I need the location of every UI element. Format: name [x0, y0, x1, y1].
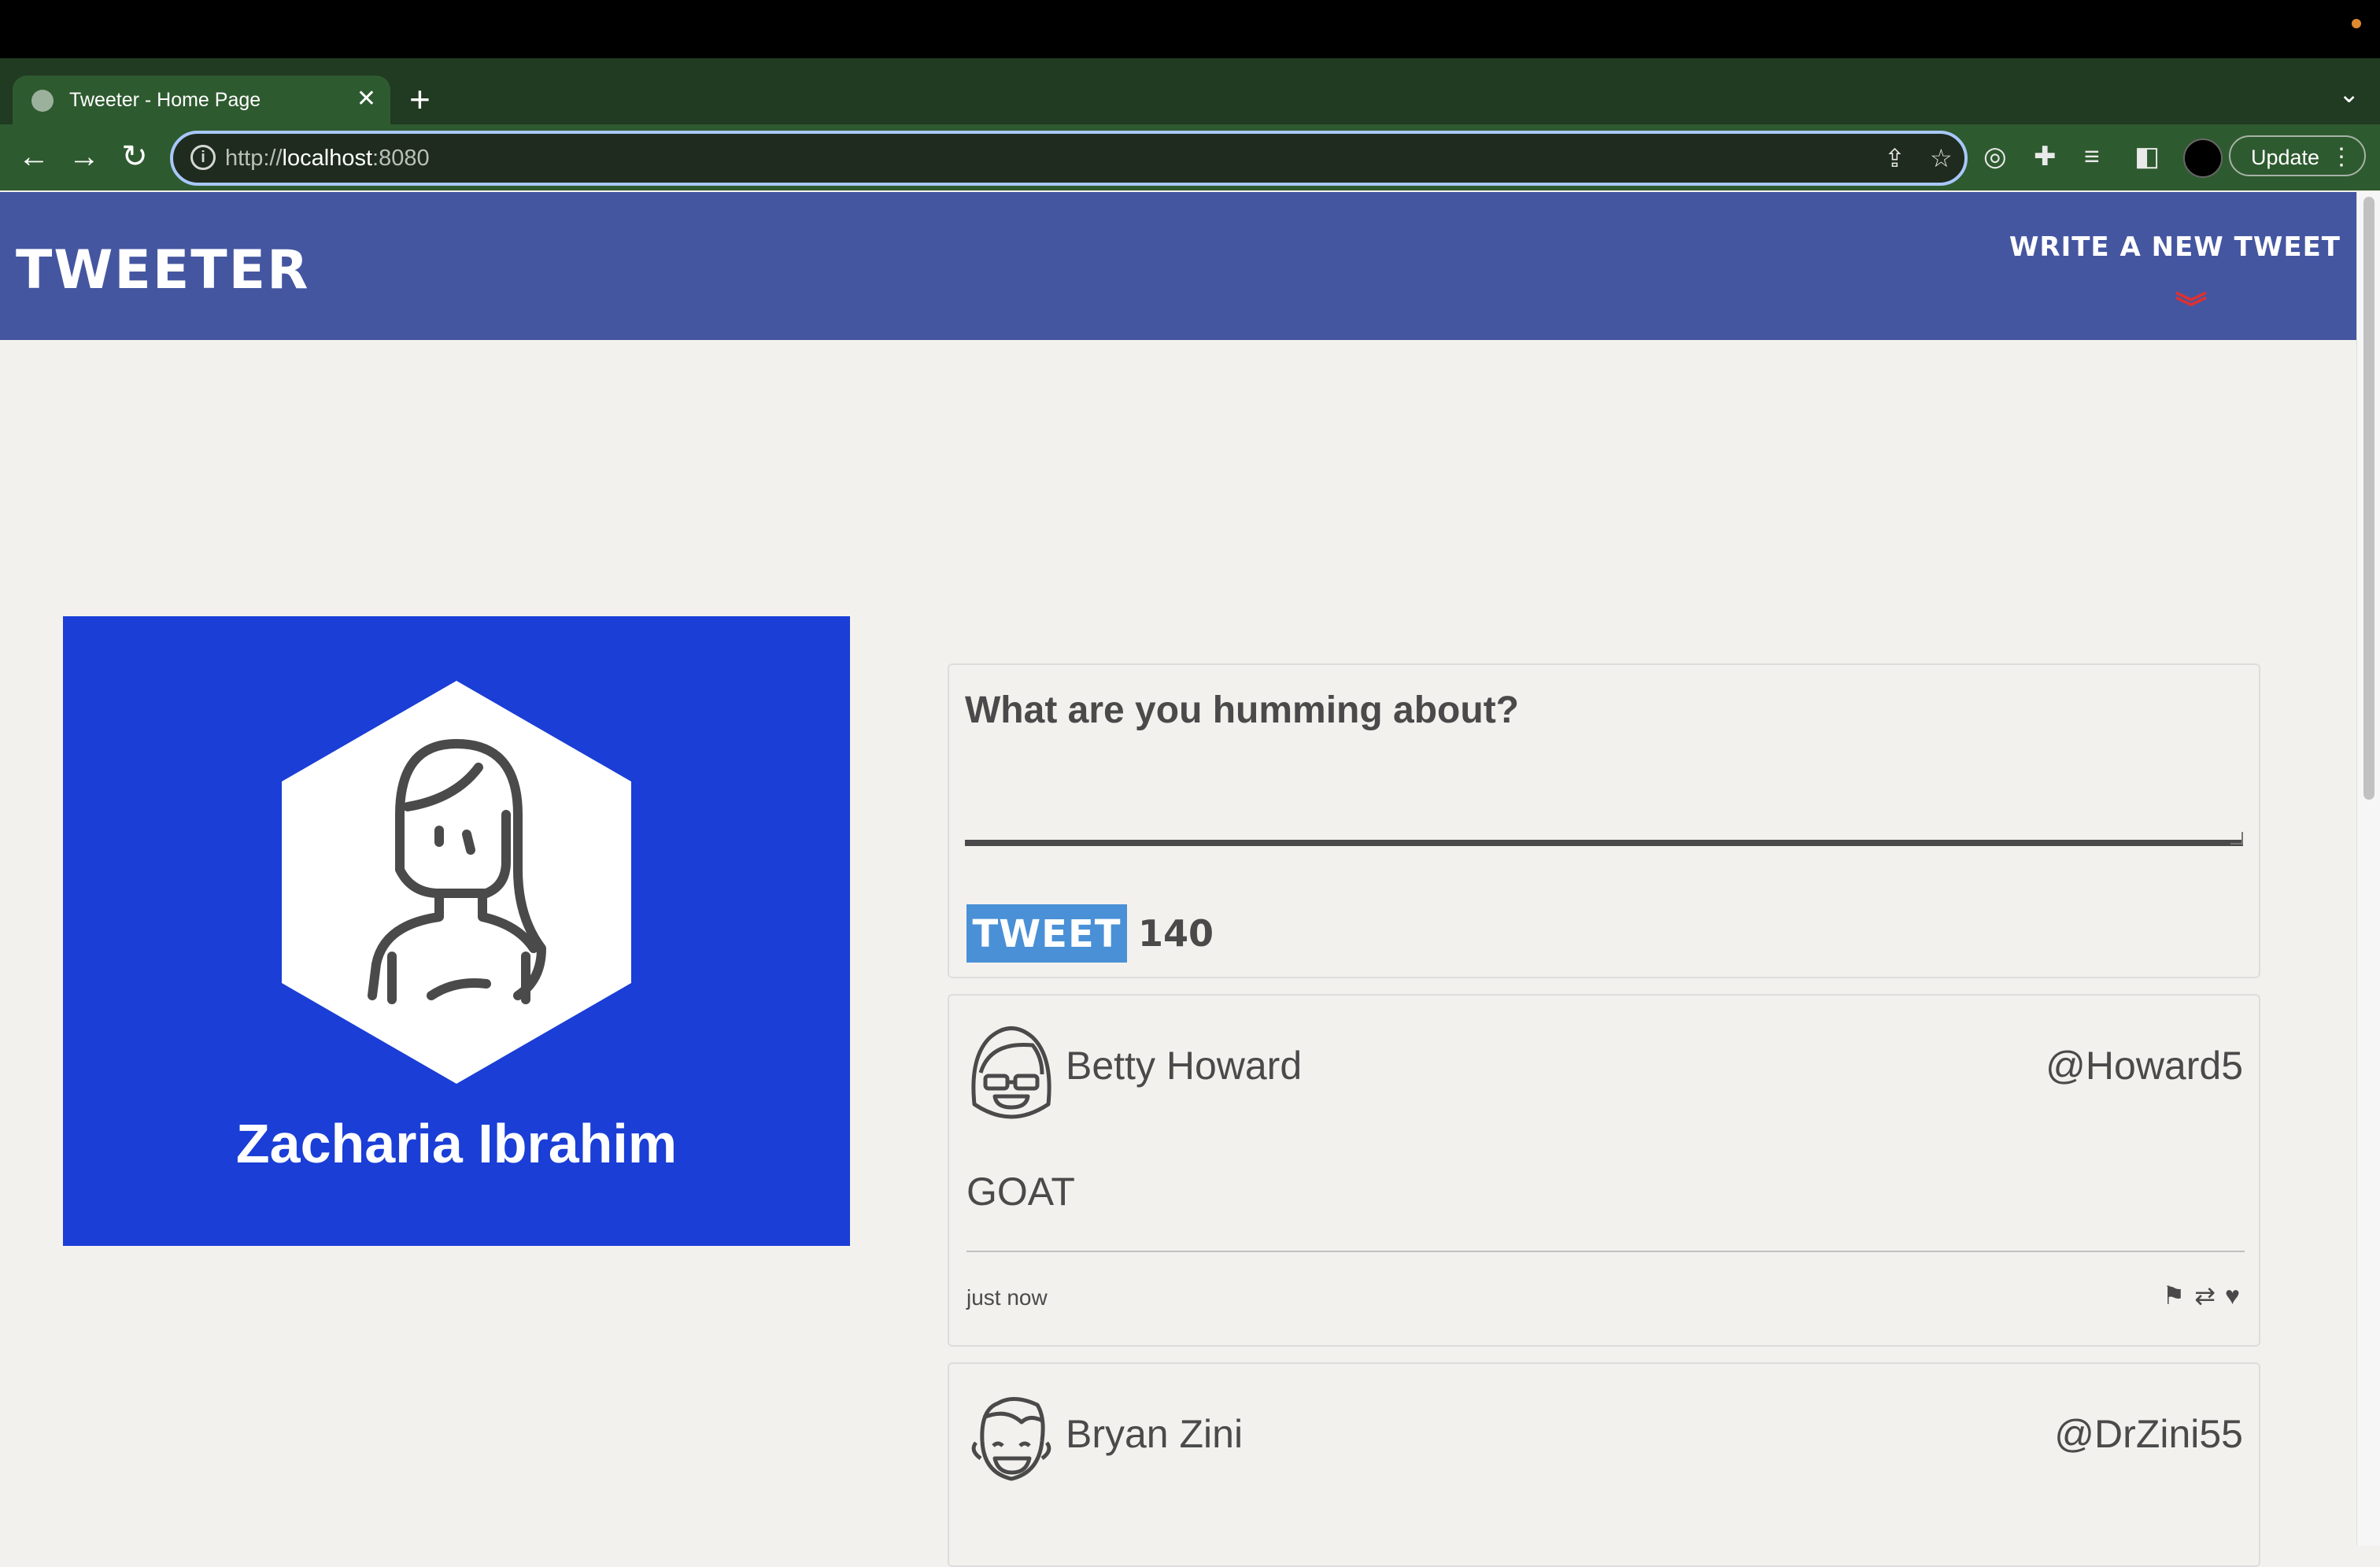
- status-dot: [2352, 19, 2361, 28]
- retweet-icon[interactable]: ⇄: [2194, 1281, 2219, 1310]
- new-tab-button[interactable]: +: [409, 76, 431, 123]
- tweet-timestamp: just now: [966, 1285, 1048, 1310]
- char-counter: 140: [1138, 912, 1214, 955]
- tweet-author-handle[interactable]: @DrZini55: [2054, 1411, 2243, 1457]
- tweet-content: GOAT: [966, 1170, 1075, 1214]
- heart-icon[interactable]: ♥: [2225, 1281, 2243, 1310]
- tweet-divider: [966, 1251, 2245, 1252]
- os-menu-bar: [0, 0, 2380, 58]
- chevron-down-icon[interactable]: ︾: [2175, 293, 2207, 324]
- user-avatar-icon: [971, 1397, 1051, 1481]
- globe-icon: [31, 90, 54, 112]
- profile-card: Zacharia Ibrahim: [63, 616, 850, 1246]
- write-tweet-link[interactable]: WRITE A NEW TWEET: [2009, 231, 2341, 263]
- resize-handle[interactable]: [2230, 832, 2243, 844]
- browser-tab[interactable]: Tweeter - Home Page ✕: [13, 76, 390, 124]
- media-queue-icon[interactable]: ≡: [2084, 140, 2100, 173]
- back-icon[interactable]: ←: [14, 137, 54, 176]
- scrollbar-thumb[interactable]: [2363, 197, 2374, 800]
- site-nav: TWEETER WRITE A NEW TWEET ︾: [0, 192, 2356, 340]
- tweet-actions: ⚑ ⇄ ♥: [2156, 1281, 2244, 1310]
- tweet-textarea[interactable]: [965, 689, 2243, 846]
- profile-avatar-hexagon: [282, 681, 631, 1084]
- brand-logo[interactable]: TWEETER: [16, 239, 310, 301]
- site-info-icon[interactable]: i: [190, 145, 216, 170]
- reload-icon[interactable]: ↻: [115, 137, 154, 176]
- update-button[interactable]: Update ⋮: [2229, 135, 2366, 176]
- new-tweet-form: TWEET 140: [948, 663, 2260, 978]
- puzzle-icon[interactable]: ✚: [2034, 140, 2057, 173]
- tweet-author-name: Bryan Zini: [1066, 1412, 1244, 1456]
- profile-avatar[interactable]: [2183, 139, 2223, 178]
- tweet-button[interactable]: TWEET: [966, 904, 1127, 963]
- forward-icon[interactable]: →: [65, 137, 104, 176]
- tab-title: Tweeter - Home Page: [69, 89, 261, 111]
- scrollbar[interactable]: [2356, 192, 2380, 1546]
- profile-name: Zacharia Ibrahim: [235, 1113, 678, 1174]
- flag-icon[interactable]: ⚑: [2163, 1281, 2189, 1310]
- tweet-author-handle[interactable]: @Howard5: [2046, 1043, 2243, 1088]
- tweet-card: Bryan Zini @DrZini55: [948, 1362, 2260, 1567]
- tab-strip: Tweeter - Home Page ✕ + ⌄: [0, 58, 2380, 124]
- side-panel-icon[interactable]: ◧: [2134, 140, 2160, 173]
- browser-toolbar: ← → ↻ i http://localhost:8080 ⇪ ☆ ◎ ✚ ≡ …: [0, 124, 2380, 190]
- tweet-card: Betty Howard @Howard5 GOAT just now ⚑ ⇄ ♥: [948, 994, 2260, 1347]
- star-icon[interactable]: ☆: [1930, 143, 1953, 173]
- share-icon[interactable]: ⇪: [1884, 143, 1905, 173]
- close-tab-icon[interactable]: ✕: [357, 83, 376, 115]
- address-bar[interactable]: i http://localhost:8080 ⇪ ☆: [170, 131, 1968, 186]
- tab-search-icon[interactable]: ⌄: [2338, 79, 2360, 109]
- url-text[interactable]: http://localhost:8080: [225, 143, 430, 173]
- user-avatar-icon: [971, 1026, 1051, 1119]
- kebab-menu-icon[interactable]: ⋮: [2330, 137, 2353, 178]
- tweet-author-name: Betty Howard: [1066, 1044, 1303, 1088]
- update-label: Update: [2251, 146, 2320, 169]
- extension-globe-icon[interactable]: ◎: [1983, 140, 2007, 173]
